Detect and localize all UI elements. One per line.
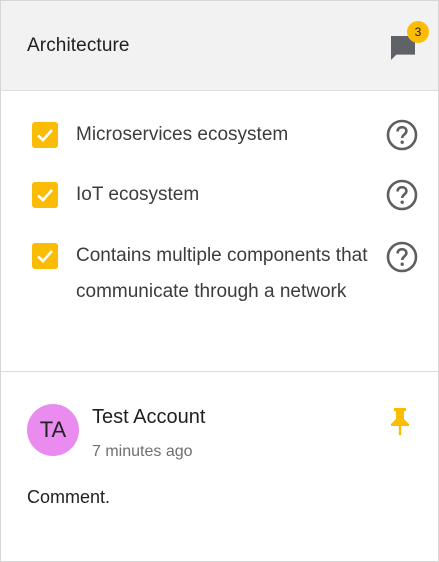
panel-title: Architecture xyxy=(27,35,130,56)
pin-button[interactable] xyxy=(386,406,414,436)
comment-author: Test Account xyxy=(92,406,206,428)
comment-card: TA Test Account 7 minutes ago Comment. xyxy=(1,372,438,562)
checklist-item-label: IoT ecosystem xyxy=(76,184,200,205)
comment-text: Comment. xyxy=(27,487,111,507)
help-button[interactable] xyxy=(386,119,418,151)
checkmark-icon xyxy=(37,250,53,263)
pin-icon xyxy=(391,408,409,435)
comment-timestamp: 7 minutes ago xyxy=(92,443,193,460)
help-button[interactable] xyxy=(386,179,418,211)
help-circle-icon xyxy=(386,179,418,211)
panel-header: Architecture 3 xyxy=(1,1,438,91)
checkbox[interactable] xyxy=(32,182,58,208)
help-circle-icon xyxy=(386,241,418,273)
checklist-item-label: Microservices ecosystem xyxy=(76,124,289,145)
checkmark-icon xyxy=(37,189,53,202)
architecture-panel: Architecture 3 Microservices ecosystem I… xyxy=(0,0,439,562)
checkbox[interactable] xyxy=(32,243,58,269)
checkbox[interactable] xyxy=(32,122,58,148)
comment-count-badge: 3 xyxy=(407,21,429,43)
avatar: TA xyxy=(27,404,79,456)
checklist: Microservices ecosystem IoT ecosystem Co… xyxy=(1,92,438,370)
checkmark-icon xyxy=(37,129,53,142)
help-circle-icon xyxy=(386,119,418,151)
checklist-item-label: Contains multiple components that commun… xyxy=(76,245,368,302)
comments-button[interactable]: 3 xyxy=(385,21,429,63)
help-button[interactable] xyxy=(386,241,418,273)
